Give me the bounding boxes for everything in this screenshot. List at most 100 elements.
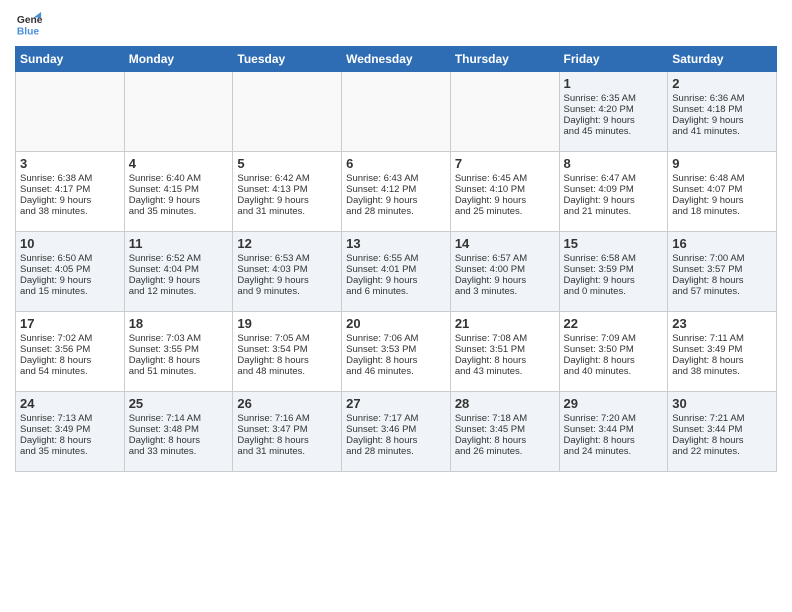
day-info: Sunrise: 7:17 AM <box>346 413 446 424</box>
day-number: 13 <box>346 236 446 251</box>
day-info: and 31 minutes. <box>237 206 337 217</box>
calendar-cell: 28Sunrise: 7:18 AMSunset: 3:45 PMDayligh… <box>450 392 559 472</box>
calendar-cell: 11Sunrise: 6:52 AMSunset: 4:04 PMDayligh… <box>124 232 233 312</box>
day-info: Sunrise: 6:58 AM <box>564 253 664 264</box>
day-info: Sunset: 4:12 PM <box>346 184 446 195</box>
day-info: and 33 minutes. <box>129 446 229 457</box>
day-info: and 9 minutes. <box>237 286 337 297</box>
day-info: Sunrise: 6:48 AM <box>672 173 772 184</box>
day-info: and 26 minutes. <box>455 446 555 457</box>
day-number: 7 <box>455 156 555 171</box>
day-info: Sunrise: 6:43 AM <box>346 173 446 184</box>
day-info: Daylight: 9 hours <box>346 275 446 286</box>
calendar-cell: 24Sunrise: 7:13 AMSunset: 3:49 PMDayligh… <box>16 392 125 472</box>
day-info: Sunrise: 7:21 AM <box>672 413 772 424</box>
week-row-5: 24Sunrise: 7:13 AMSunset: 3:49 PMDayligh… <box>16 392 777 472</box>
calendar-cell: 7Sunrise: 6:45 AMSunset: 4:10 PMDaylight… <box>450 152 559 232</box>
day-info: Sunset: 4:00 PM <box>455 264 555 275</box>
day-info: Sunset: 3:45 PM <box>455 424 555 435</box>
week-row-2: 3Sunrise: 6:38 AMSunset: 4:17 PMDaylight… <box>16 152 777 232</box>
day-info: Sunrise: 7:08 AM <box>455 333 555 344</box>
header-wednesday: Wednesday <box>342 47 451 72</box>
day-info: Sunrise: 7:11 AM <box>672 333 772 344</box>
day-info: Daylight: 8 hours <box>455 435 555 446</box>
calendar-cell: 17Sunrise: 7:02 AMSunset: 3:56 PMDayligh… <box>16 312 125 392</box>
day-info: Daylight: 8 hours <box>237 435 337 446</box>
day-info: Sunset: 3:44 PM <box>672 424 772 435</box>
day-info: and 57 minutes. <box>672 286 772 297</box>
day-info: and 46 minutes. <box>346 366 446 377</box>
calendar-table: SundayMondayTuesdayWednesdayThursdayFrid… <box>15 46 777 472</box>
day-info: Sunrise: 7:09 AM <box>564 333 664 344</box>
calendar-cell: 19Sunrise: 7:05 AMSunset: 3:54 PMDayligh… <box>233 312 342 392</box>
day-number: 1 <box>564 76 664 91</box>
calendar-cell: 25Sunrise: 7:14 AMSunset: 3:48 PMDayligh… <box>124 392 233 472</box>
day-info: Sunset: 4:17 PM <box>20 184 120 195</box>
day-info: and 21 minutes. <box>564 206 664 217</box>
day-info: Sunrise: 7:13 AM <box>20 413 120 424</box>
calendar-cell: 20Sunrise: 7:06 AMSunset: 3:53 PMDayligh… <box>342 312 451 392</box>
day-info: and 0 minutes. <box>564 286 664 297</box>
day-info: Daylight: 8 hours <box>672 435 772 446</box>
day-number: 28 <box>455 396 555 411</box>
day-info: Sunset: 3:57 PM <box>672 264 772 275</box>
day-number: 19 <box>237 316 337 331</box>
day-number: 3 <box>20 156 120 171</box>
calendar-cell: 21Sunrise: 7:08 AMSunset: 3:51 PMDayligh… <box>450 312 559 392</box>
day-info: and 15 minutes. <box>20 286 120 297</box>
day-info: Daylight: 8 hours <box>20 355 120 366</box>
day-info: Sunset: 3:47 PM <box>237 424 337 435</box>
calendar-cell: 29Sunrise: 7:20 AMSunset: 3:44 PMDayligh… <box>559 392 668 472</box>
day-info: Sunset: 3:59 PM <box>564 264 664 275</box>
header-thursday: Thursday <box>450 47 559 72</box>
day-info: and 18 minutes. <box>672 206 772 217</box>
day-number: 23 <box>672 316 772 331</box>
day-info: and 24 minutes. <box>564 446 664 457</box>
day-number: 22 <box>564 316 664 331</box>
day-info: Daylight: 9 hours <box>20 275 120 286</box>
day-info: Sunset: 3:51 PM <box>455 344 555 355</box>
day-number: 20 <box>346 316 446 331</box>
calendar-cell: 13Sunrise: 6:55 AMSunset: 4:01 PMDayligh… <box>342 232 451 312</box>
day-info: Sunrise: 6:40 AM <box>129 173 229 184</box>
day-number: 12 <box>237 236 337 251</box>
day-info: and 6 minutes. <box>346 286 446 297</box>
day-info: Sunset: 4:07 PM <box>672 184 772 195</box>
calendar-cell: 30Sunrise: 7:21 AMSunset: 3:44 PMDayligh… <box>668 392 777 472</box>
day-info: Sunrise: 6:35 AM <box>564 93 664 104</box>
day-info: Daylight: 9 hours <box>455 195 555 206</box>
day-number: 5 <box>237 156 337 171</box>
day-number: 21 <box>455 316 555 331</box>
day-info: Sunrise: 7:06 AM <box>346 333 446 344</box>
day-info: Sunset: 3:46 PM <box>346 424 446 435</box>
calendar-cell: 3Sunrise: 6:38 AMSunset: 4:17 PMDaylight… <box>16 152 125 232</box>
day-info: Daylight: 9 hours <box>672 115 772 126</box>
calendar-header-row: SundayMondayTuesdayWednesdayThursdayFrid… <box>16 47 777 72</box>
week-row-1: 1Sunrise: 6:35 AMSunset: 4:20 PMDaylight… <box>16 72 777 152</box>
day-info: Sunrise: 7:14 AM <box>129 413 229 424</box>
day-info: Daylight: 9 hours <box>564 195 664 206</box>
day-number: 24 <box>20 396 120 411</box>
day-info: and 45 minutes. <box>564 126 664 137</box>
logo: General Blue <box>15 10 47 38</box>
day-info: Sunrise: 6:55 AM <box>346 253 446 264</box>
day-info: Sunset: 3:53 PM <box>346 344 446 355</box>
week-row-3: 10Sunrise: 6:50 AMSunset: 4:05 PMDayligh… <box>16 232 777 312</box>
calendar-cell: 10Sunrise: 6:50 AMSunset: 4:05 PMDayligh… <box>16 232 125 312</box>
day-info: Daylight: 9 hours <box>129 275 229 286</box>
day-number: 8 <box>564 156 664 171</box>
day-number: 17 <box>20 316 120 331</box>
day-info: Sunset: 4:04 PM <box>129 264 229 275</box>
logo-icon: General Blue <box>15 10 43 38</box>
calendar-cell <box>450 72 559 152</box>
day-info: and 28 minutes. <box>346 446 446 457</box>
day-info: Sunrise: 6:45 AM <box>455 173 555 184</box>
day-info: and 38 minutes. <box>672 366 772 377</box>
day-info: Daylight: 9 hours <box>455 275 555 286</box>
calendar-cell <box>124 72 233 152</box>
day-info: Sunrise: 6:53 AM <box>237 253 337 264</box>
day-info: Sunset: 3:44 PM <box>564 424 664 435</box>
calendar-cell: 26Sunrise: 7:16 AMSunset: 3:47 PMDayligh… <box>233 392 342 472</box>
day-number: 27 <box>346 396 446 411</box>
day-info: and 22 minutes. <box>672 446 772 457</box>
